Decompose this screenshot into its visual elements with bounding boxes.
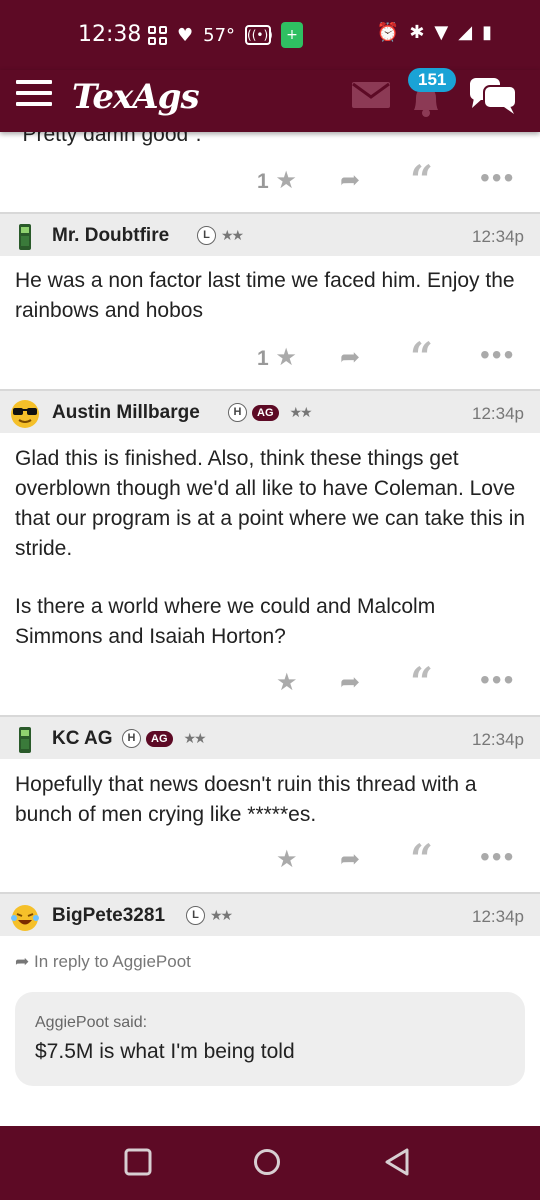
post-actions: ★ ➦ “ ••• (0, 663, 540, 703)
like-button[interactable]: ★ (276, 668, 298, 697)
alarm-icon: ⏰ (376, 22, 400, 43)
username[interactable]: BigPete3281 (52, 905, 165, 927)
post-body: Hopefully that news doesn't ruin this th… (15, 773, 477, 826)
radio-icon: ((•)) (245, 25, 273, 45)
username[interactable]: KC AG (52, 728, 113, 750)
back-button[interactable] (383, 1148, 411, 1176)
status-time: 12:38 (78, 22, 142, 47)
like-button[interactable]: 1 ★ (257, 166, 297, 195)
quote-author: AggiePoot said: (35, 1014, 148, 1031)
rating-stars: ★★ (289, 404, 313, 420)
badge-h: H (228, 403, 247, 422)
menu-icon[interactable] (16, 80, 52, 110)
battery-saver-icon: + (281, 22, 304, 48)
post-time: 12:34p (472, 404, 524, 423)
thread-content[interactable]: "Pretty damn good". 1 ★ ➦ “ ••• Mr. Doub… (0, 132, 540, 1126)
post-header: KC AG H AG ★★ 12:34p (0, 715, 540, 759)
post-actions: 1 ★ ➦ “ ••• (0, 338, 540, 378)
reply-icon[interactable]: ➦ (340, 845, 360, 874)
recent-apps-button[interactable] (124, 1148, 152, 1176)
mail-icon[interactable] (352, 82, 390, 108)
like-button[interactable]: 1 ★ (257, 343, 297, 372)
avatar[interactable] (10, 222, 40, 252)
avatar[interactable] (10, 399, 40, 429)
username[interactable]: Mr. Doubtfire (52, 225, 169, 247)
home-button[interactable] (253, 1148, 281, 1176)
badge-ag: AG (252, 404, 279, 421)
post-actions: ★ ➦ “ ••• (0, 840, 540, 880)
heart-icon: ♥ (177, 24, 194, 46)
quote-icon[interactable]: “ (410, 840, 433, 880)
reply-note[interactable]: ➦ In reply to AggiePoot (15, 952, 191, 972)
quoted-post[interactable]: AggiePoot said: $7.5M is what I'm being … (15, 992, 525, 1086)
post-body: Glad this is finished. Also, think these… (15, 447, 526, 560)
reply-icon[interactable]: ➦ (340, 668, 360, 697)
post-time: 12:34p (472, 730, 524, 749)
texags-logo[interactable]: TexAgs (72, 77, 200, 117)
grid-icon (148, 25, 167, 45)
star-icon: ★ (275, 167, 297, 194)
username[interactable]: Austin Millbarge (52, 402, 200, 424)
post-header: BigPete3281 L ★★ 12:34p (0, 892, 540, 936)
system-navigation-bar (0, 1126, 540, 1200)
like-button[interactable]: ★ (276, 845, 298, 874)
reply-icon: ➦ (15, 952, 30, 971)
quote-icon[interactable]: “ (410, 161, 433, 201)
badge-ag: AG (146, 730, 173, 747)
reply-icon[interactable]: ➦ (340, 166, 360, 195)
temperature: 57° (203, 24, 236, 46)
reply-icon[interactable]: ➦ (340, 343, 360, 372)
battery-icon: ▮ (482, 22, 492, 43)
status-bar: 12:38 ♥ 57° ((•)) + ⏰ ✱ ▼ ◢ ▮ (0, 0, 540, 70)
star-icon: ★ (276, 846, 298, 873)
post-body: He was a non factor last time we faced h… (15, 269, 515, 322)
rating-stars: ★★ (183, 730, 207, 746)
more-icon[interactable]: ••• (480, 843, 515, 871)
post-actions: 1 ★ ➦ “ ••• (0, 161, 540, 201)
more-icon[interactable]: ••• (480, 341, 515, 369)
badge-l: L (197, 226, 216, 245)
quote-icon[interactable]: “ (410, 338, 433, 378)
quote-text: $7.5M is what I'm being told (35, 1040, 295, 1063)
post-header: Mr. Doubtfire L ★★ 12:34p (0, 212, 540, 256)
avatar[interactable] (10, 902, 40, 932)
app-header: TexAgs 151 (0, 68, 540, 132)
post-time: 12:34p (472, 907, 524, 926)
badge-h: H (122, 729, 141, 748)
chat-icon[interactable] (466, 74, 520, 118)
bluetooth-icon: ✱ (409, 22, 425, 43)
rating-stars: ★★ (210, 907, 233, 923)
wifi-icon: ▼ (434, 22, 449, 43)
signal-icon: ◢ (458, 22, 473, 43)
star-icon: ★ (276, 669, 298, 696)
badge-l: L (186, 906, 205, 925)
post-header: Austin Millbarge H AG ★★ 12:34p (0, 389, 540, 433)
more-icon[interactable]: ••• (480, 164, 515, 192)
post-body: Is there a world where we could and Malc… (15, 595, 436, 648)
more-icon[interactable]: ••• (480, 666, 515, 694)
post-body: "Pretty damn good". (15, 132, 202, 146)
notification-badge[interactable]: 151 (408, 68, 457, 92)
avatar[interactable] (10, 725, 40, 755)
quote-icon[interactable]: “ (410, 663, 433, 703)
post-time: 12:34p (472, 227, 524, 246)
rating-stars: ★★ (221, 227, 244, 243)
star-icon: ★ (275, 344, 297, 371)
